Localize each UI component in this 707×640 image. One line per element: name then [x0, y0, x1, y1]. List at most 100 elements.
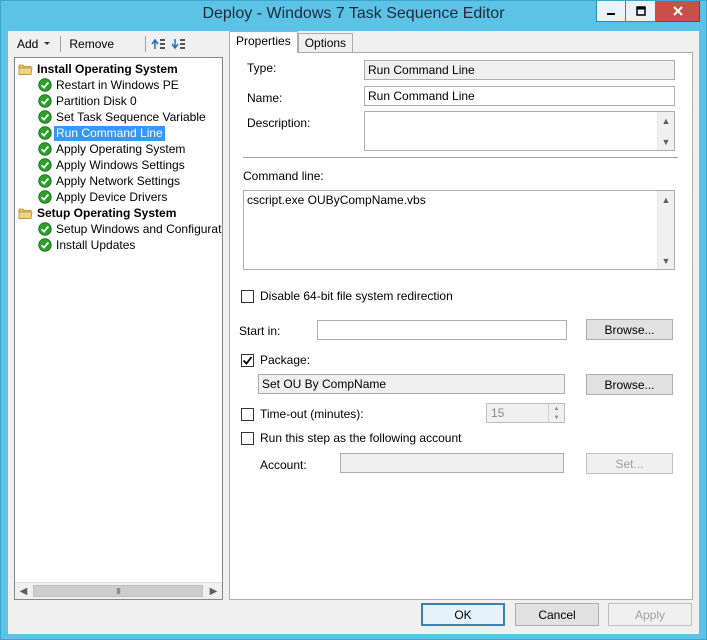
tree-item-label: Partition Disk 0 — [56, 93, 137, 108]
minimize-button[interactable] — [596, 1, 626, 22]
run-as-checkbox[interactable] — [241, 432, 254, 445]
description-label: Description: — [247, 116, 311, 130]
start-in-input[interactable] — [317, 320, 567, 340]
add-label: Add — [17, 37, 39, 51]
account-field — [340, 453, 564, 473]
toolbar-separator — [145, 36, 147, 52]
tab-options[interactable]: Options — [297, 33, 354, 53]
scroll-left-icon[interactable]: ◀ — [15, 583, 32, 599]
timeout-checkbox[interactable] — [241, 408, 254, 421]
tab-properties[interactable]: Properties — [229, 31, 298, 53]
add-button[interactable]: Add — [12, 37, 57, 51]
scroll-right-icon[interactable]: ▶ — [205, 583, 222, 599]
timeout-value: 15 — [491, 406, 505, 420]
check-icon — [38, 222, 52, 236]
command-line-scrollbar[interactable]: ▲ ▼ — [657, 191, 674, 269]
tree-step[interactable]: Partition Disk 0 — [38, 93, 139, 109]
scroll-down-icon[interactable]: ▼ — [658, 133, 674, 150]
scroll-thumb-grip: III — [116, 586, 121, 596]
tree-item-label: Restart in Windows PE — [56, 77, 179, 92]
apply-button[interactable]: Apply — [608, 603, 692, 626]
description-input[interactable]: ▲ ▼ — [364, 111, 675, 151]
tree-group[interactable]: Setup Operating System — [18, 205, 178, 221]
check-icon — [38, 78, 52, 92]
check-icon — [38, 190, 52, 204]
checkmark-icon — [242, 356, 253, 365]
name-input[interactable]: Run Command Line — [364, 86, 675, 106]
package-browse-button[interactable]: Browse... — [586, 374, 673, 395]
scroll-up-icon[interactable]: ▲ — [658, 112, 674, 129]
left-pane: Add Remove Install Operating System Rest… — [8, 31, 229, 600]
tree-item-label: Set Task Sequence Variable — [56, 109, 206, 124]
tab-strip: Properties Options — [229, 31, 354, 53]
disable-redirection-label: Disable 64-bit file system redirection — [260, 289, 453, 303]
tree-item-label: Setup Windows and Configuration — [56, 221, 223, 236]
package-checkbox[interactable] — [241, 354, 254, 367]
command-line-label: Command line: — [243, 169, 324, 183]
package-label: Package: — [260, 353, 311, 367]
move-up-button[interactable] — [149, 36, 169, 52]
tree-step[interactable]: Set Task Sequence Variable — [38, 109, 208, 125]
tree-step[interactable]: Apply Windows Settings — [38, 157, 187, 173]
tree-step[interactable]: Apply Operating System — [38, 141, 187, 157]
tree-step[interactable]: Apply Device Drivers — [38, 189, 169, 205]
type-label: Type: — [247, 61, 277, 75]
tree-step[interactable]: Run Command Line — [38, 125, 165, 141]
horizontal-scrollbar[interactable]: ◀ III ▶ — [15, 582, 222, 599]
check-icon — [38, 110, 52, 124]
move-down-button[interactable] — [169, 36, 189, 52]
name-label: Name: — [247, 91, 283, 105]
command-line-value: cscript.exe OUByCompName.vbs — [247, 193, 426, 207]
scroll-down-icon[interactable]: ▼ — [658, 252, 674, 269]
spin-down-icon[interactable]: ▼ — [549, 413, 564, 422]
close-button[interactable] — [656, 1, 700, 22]
disable-redirection-checkbox[interactable] — [241, 290, 254, 303]
tree-step[interactable]: Restart in Windows PE — [38, 77, 181, 93]
maximize-button[interactable] — [626, 1, 656, 22]
scroll-thumb[interactable]: III — [33, 585, 203, 597]
spinner-buttons: ▲ ▼ — [548, 404, 564, 422]
cancel-button[interactable]: Cancel — [515, 603, 599, 626]
start-in-browse-button[interactable]: Browse... — [586, 319, 673, 340]
tree-item-label: Run Command Line — [54, 125, 165, 141]
tree-item-label: Apply Operating System — [56, 141, 186, 156]
toolbar-separator — [60, 36, 62, 52]
tree-step[interactable]: Setup Windows and Configuration — [38, 221, 223, 237]
tree-step[interactable]: Apply Network Settings — [38, 173, 182, 189]
description-scrollbar[interactable]: ▲ ▼ — [657, 112, 674, 150]
window-controls — [596, 1, 700, 22]
package-field: Set OU By CompName — [258, 374, 565, 394]
command-line-input[interactable]: cscript.exe OUByCompName.vbs ▲ ▼ — [243, 190, 675, 270]
tree-toolbar: Add Remove — [12, 33, 226, 55]
ok-button[interactable]: OK — [421, 603, 505, 626]
set-account-button[interactable]: Set... — [586, 453, 673, 474]
remove-button[interactable]: Remove — [64, 37, 119, 51]
account-label: Account: — [260, 458, 307, 472]
task-sequence-tree[interactable]: Install Operating System Restart in Windo… — [14, 57, 223, 600]
folder-icon — [18, 207, 33, 220]
scroll-up-icon[interactable]: ▲ — [658, 191, 674, 208]
check-icon — [38, 174, 52, 188]
maximize-icon — [635, 6, 646, 16]
section-divider — [243, 157, 678, 158]
tree-step[interactable]: Install Updates — [38, 237, 137, 253]
remove-label: Remove — [69, 37, 115, 51]
tree-item-label: Apply Windows Settings — [56, 157, 185, 172]
editor-window: Deploy - Windows 7 Task Sequence Editor … — [0, 0, 707, 640]
timeout-label: Time-out (minutes): — [260, 407, 364, 421]
tree-item-label: Install Operating System — [37, 61, 178, 76]
tree-item-label: Install Updates — [56, 237, 136, 252]
tree-item-label: Setup Operating System — [37, 205, 177, 220]
type-field: Run Command Line — [364, 60, 675, 80]
minimize-icon — [607, 13, 615, 15]
close-icon — [672, 6, 683, 16]
timeout-spinner[interactable]: 15 ▲ ▼ — [486, 403, 565, 423]
run-as-label: Run this step as the following account — [260, 431, 462, 445]
check-icon — [38, 238, 52, 252]
tree-item-label: Apply Device Drivers — [56, 189, 168, 204]
properties-page: Type: Run Command Line Name: Run Command… — [229, 52, 693, 600]
title-bar[interactable]: Deploy - Windows 7 Task Sequence Editor — [1, 1, 706, 31]
tree-group[interactable]: Install Operating System — [18, 61, 180, 77]
tree-item-label: Apply Network Settings — [56, 173, 181, 188]
start-in-label: Start in: — [239, 324, 281, 338]
